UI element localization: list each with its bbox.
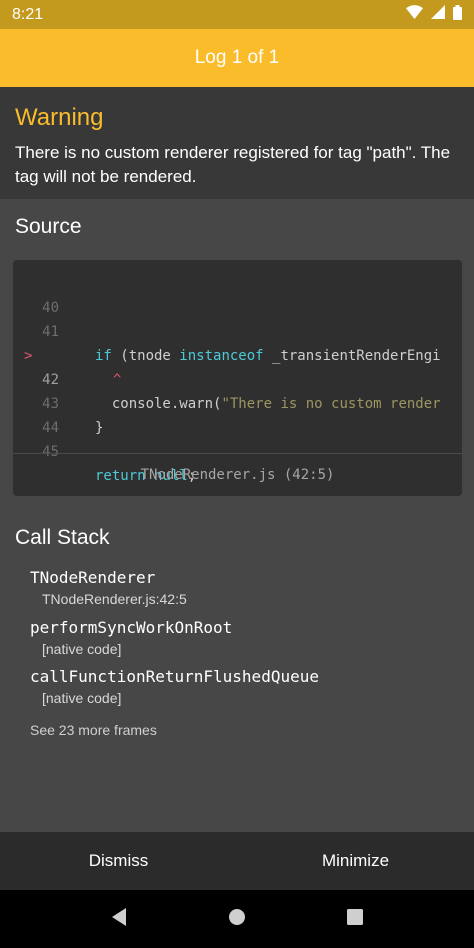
code-line: ^	[13, 344, 121, 388]
signal-icon	[431, 5, 445, 24]
log-counter-title: Log 1 of 1	[194, 47, 280, 68]
code-text: if (tnode instanceof _transientRenderEng…	[95, 348, 441, 364]
code-line: 41 if (tnode instanceof _transientRender…	[13, 296, 440, 364]
code-line: 43 }	[13, 368, 103, 436]
warning-message: There is no custom renderer registered f…	[15, 143, 451, 186]
code-text: console.warn("There is no custom render	[95, 396, 441, 412]
log-header: Log 1 of 1	[0, 29, 474, 87]
code-line: 44	[13, 392, 64, 436]
code-text: }	[95, 420, 104, 436]
warning-section: Warning There is no custom renderer regi…	[0, 87, 474, 199]
stack-frame-location: TNodeRenderer.js:42:5	[42, 591, 187, 607]
minimize-button[interactable]: Minimize	[237, 832, 474, 890]
recents-icon[interactable]	[346, 908, 364, 931]
stack-frame-location: [native code]	[42, 690, 122, 706]
navigation-bar	[0, 890, 474, 948]
stack-frame-name[interactable]: callFunctionReturnFlushedQueue	[30, 667, 319, 686]
error-caret: ^	[113, 372, 122, 388]
code-file-location[interactable]: TNodeRenderer.js (42:5)	[13, 454, 462, 496]
stack-frame-name[interactable]: performSyncWorkOnRoot	[30, 618, 232, 637]
status-bar: 8:21	[0, 0, 474, 29]
battery-icon	[453, 4, 462, 25]
status-time: 8:21	[12, 5, 44, 23]
home-icon[interactable]	[228, 908, 246, 931]
see-more-frames-link[interactable]: See 23 more frames	[30, 722, 157, 738]
status-icons	[406, 4, 462, 25]
source-heading: Source	[15, 215, 82, 238]
wifi-icon	[406, 5, 423, 24]
code-line: 45 return null;	[13, 416, 196, 484]
code-line-highlighted: > 42 console.warn("There is no custom re…	[13, 320, 441, 412]
action-bar: Dismiss Minimize	[0, 832, 474, 890]
back-icon[interactable]	[110, 907, 128, 932]
code-frame: 40 41 if (tnode instanceof _transientRen…	[13, 260, 462, 496]
log-body[interactable]: Source 40 41 if (tnode instanceof _trans…	[0, 199, 474, 832]
dismiss-button[interactable]: Dismiss	[0, 832, 237, 890]
call-stack-heading: Call Stack	[15, 526, 110, 549]
code-line: 40	[13, 272, 64, 316]
stack-frame-location: [native code]	[42, 641, 122, 657]
stack-frame-name[interactable]: TNodeRenderer	[30, 568, 155, 587]
warning-title: Warning	[15, 104, 104, 131]
